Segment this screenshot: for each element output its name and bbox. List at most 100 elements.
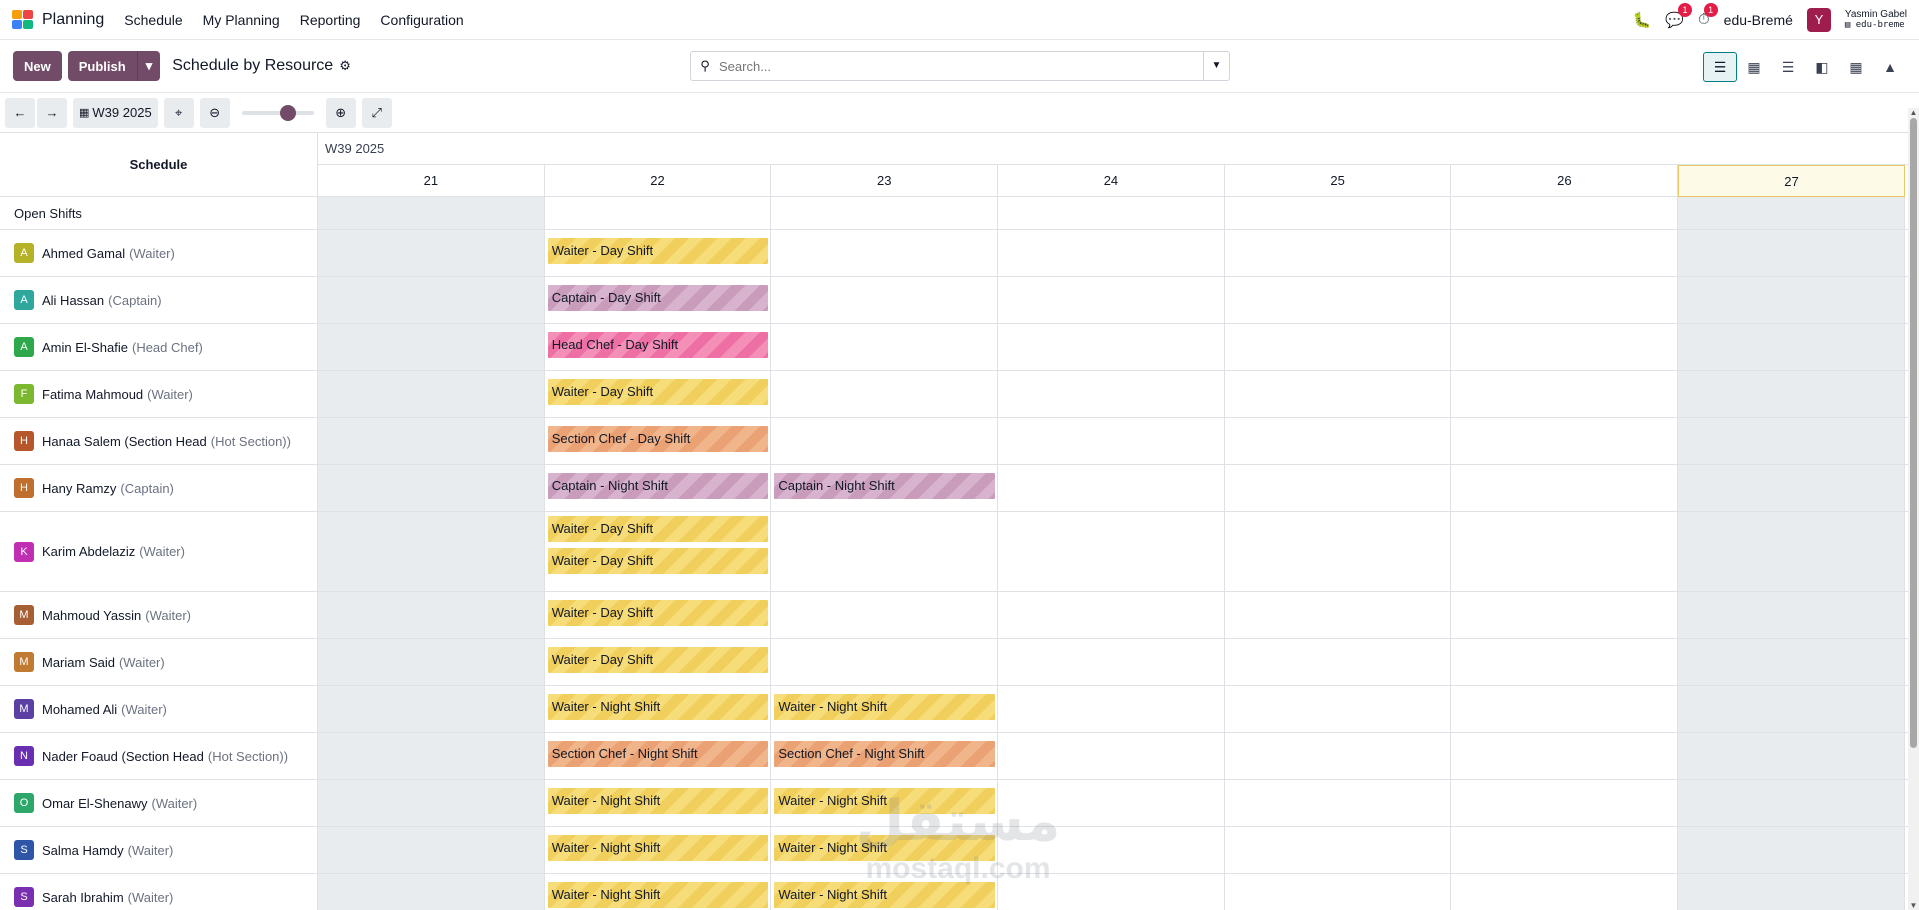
- gantt-cell[interactable]: [318, 418, 545, 464]
- gantt-cell[interactable]: [318, 686, 545, 732]
- gantt-cell[interactable]: [318, 465, 545, 511]
- shift-pill[interactable]: Head Chef - Day Shift: [547, 331, 769, 358]
- gantt-cell[interactable]: [998, 780, 1225, 826]
- resource-avatar[interactable]: H: [14, 431, 34, 451]
- kanban-view-button[interactable]: ◧: [1805, 52, 1839, 82]
- shift-pill[interactable]: Waiter - Day Shift: [547, 516, 769, 542]
- gantt-cell[interactable]: [998, 197, 1225, 229]
- gantt-cell[interactable]: [1678, 512, 1905, 591]
- gantt-cell[interactable]: [998, 230, 1225, 276]
- resource-avatar[interactable]: M: [14, 605, 34, 625]
- gantt-cell[interactable]: [1678, 465, 1905, 511]
- resource-avatar[interactable]: A: [14, 337, 34, 357]
- gantt-cell[interactable]: [1678, 277, 1905, 323]
- gantt-cell[interactable]: [1452, 639, 1679, 685]
- gantt-cell[interactable]: [998, 324, 1225, 370]
- today-crosshair-icon[interactable]: ⌖: [163, 97, 194, 128]
- resource-avatar[interactable]: S: [14, 840, 34, 860]
- gantt-cell[interactable]: [771, 592, 999, 638]
- resource-avatar[interactable]: A: [14, 290, 34, 310]
- gantt-cell[interactable]: [998, 371, 1225, 417]
- graph-view-button[interactable]: ▲: [1873, 52, 1907, 82]
- shift-pill[interactable]: Section Chef - Night Shift: [774, 740, 996, 767]
- gantt-cell[interactable]: [1452, 465, 1679, 511]
- gantt-cell[interactable]: [1452, 827, 1679, 873]
- gantt-cell[interactable]: [771, 324, 999, 370]
- gantt-cell[interactable]: [1678, 686, 1905, 732]
- activity-clock-icon[interactable]: ⏱ 1: [1698, 3, 1718, 28]
- gantt-cell[interactable]: [1678, 780, 1905, 826]
- search-input[interactable]: [719, 58, 1203, 74]
- zoom-out-icon[interactable]: ⊖: [199, 97, 230, 128]
- zoom-in-icon[interactable]: ⊕: [325, 97, 356, 128]
- shift-pill[interactable]: Waiter - Day Shift: [547, 237, 769, 264]
- gantt-cell[interactable]: [998, 512, 1225, 591]
- gantt-cell[interactable]: [998, 827, 1225, 873]
- date-picker-button[interactable]: ▦ W39 2025: [73, 97, 158, 128]
- shift-pill[interactable]: Waiter - Day Shift: [547, 378, 769, 405]
- bug-icon[interactable]: 🐛: [1633, 11, 1652, 29]
- resource-avatar[interactable]: N: [14, 746, 34, 766]
- scroll-up-icon[interactable]: ▲: [1908, 108, 1919, 117]
- gantt-cell[interactable]: [1678, 324, 1905, 370]
- gantt-cell[interactable]: [771, 197, 999, 229]
- gantt-cell[interactable]: [318, 512, 545, 591]
- gantt-cell[interactable]: [998, 465, 1225, 511]
- gantt-cell[interactable]: [998, 874, 1225, 910]
- gantt-cell[interactable]: [771, 639, 999, 685]
- shift-pill[interactable]: Waiter - Day Shift: [547, 646, 769, 673]
- resource-avatar[interactable]: H: [14, 478, 34, 498]
- resource-avatar[interactable]: S: [14, 887, 34, 907]
- shift-pill[interactable]: Section Chef - Day Shift: [547, 425, 769, 452]
- gantt-cell[interactable]: [318, 324, 545, 370]
- shift-pill[interactable]: Waiter - Night Shift: [547, 834, 769, 861]
- gantt-cell[interactable]: [1678, 874, 1905, 910]
- new-button[interactable]: New: [13, 51, 62, 81]
- shift-pill[interactable]: Captain - Day Shift: [547, 284, 769, 311]
- gantt-cell[interactable]: [318, 780, 545, 826]
- gantt-cell[interactable]: [1225, 733, 1452, 779]
- gantt-cell[interactable]: [1225, 465, 1452, 511]
- gantt-cell[interactable]: [771, 277, 999, 323]
- menu-my-planning[interactable]: My Planning: [203, 12, 280, 28]
- resource-avatar[interactable]: M: [14, 699, 34, 719]
- gantt-cell[interactable]: [318, 197, 545, 229]
- gantt-cell[interactable]: [1225, 324, 1452, 370]
- previous-arrow-icon[interactable]: ←: [5, 97, 35, 128]
- company-switcher[interactable]: edu-Bremé: [1724, 12, 1793, 28]
- menu-reporting[interactable]: Reporting: [300, 12, 361, 28]
- expand-icon[interactable]: ⤢: [361, 97, 392, 128]
- gantt-cell[interactable]: [1225, 418, 1452, 464]
- next-arrow-icon[interactable]: →: [37, 97, 67, 128]
- gantt-cell[interactable]: [998, 639, 1225, 685]
- scrollbar-thumb[interactable]: [1910, 118, 1917, 748]
- gantt-cell[interactable]: [1225, 592, 1452, 638]
- gantt-view-button[interactable]: ☰: [1703, 52, 1737, 82]
- gantt-cell[interactable]: [1452, 418, 1679, 464]
- gantt-cell[interactable]: [1678, 733, 1905, 779]
- gantt-cell[interactable]: [1452, 324, 1679, 370]
- publish-button[interactable]: Publish: [67, 51, 137, 81]
- gantt-cell[interactable]: [771, 512, 999, 591]
- shift-pill[interactable]: Waiter - Night Shift: [774, 881, 996, 908]
- zoom-slider[interactable]: [241, 104, 314, 121]
- gantt-cell[interactable]: [1678, 418, 1905, 464]
- resource-avatar[interactable]: K: [14, 541, 34, 562]
- shift-pill[interactable]: Waiter - Night Shift: [774, 834, 996, 861]
- calendar-view-button[interactable]: ▦: [1737, 52, 1771, 82]
- gantt-cell[interactable]: [1225, 197, 1452, 229]
- search-options-toggle[interactable]: ▼: [1203, 52, 1229, 80]
- gantt-cell[interactable]: [998, 418, 1225, 464]
- gantt-cell[interactable]: [1452, 592, 1679, 638]
- shift-pill[interactable]: Waiter - Night Shift: [547, 787, 769, 814]
- gantt-cell[interactable]: [1225, 827, 1452, 873]
- gantt-cell[interactable]: [318, 230, 545, 276]
- shift-pill[interactable]: Waiter - Night Shift: [547, 693, 769, 720]
- user-avatar[interactable]: Y: [1806, 7, 1831, 32]
- gantt-cell[interactable]: [1452, 686, 1679, 732]
- gantt-cell[interactable]: [1225, 277, 1452, 323]
- gantt-cell[interactable]: [998, 686, 1225, 732]
- gantt-cell[interactable]: [318, 827, 545, 873]
- gantt-cell[interactable]: [1225, 780, 1452, 826]
- scroll-down-icon[interactable]: ▼: [1908, 901, 1919, 910]
